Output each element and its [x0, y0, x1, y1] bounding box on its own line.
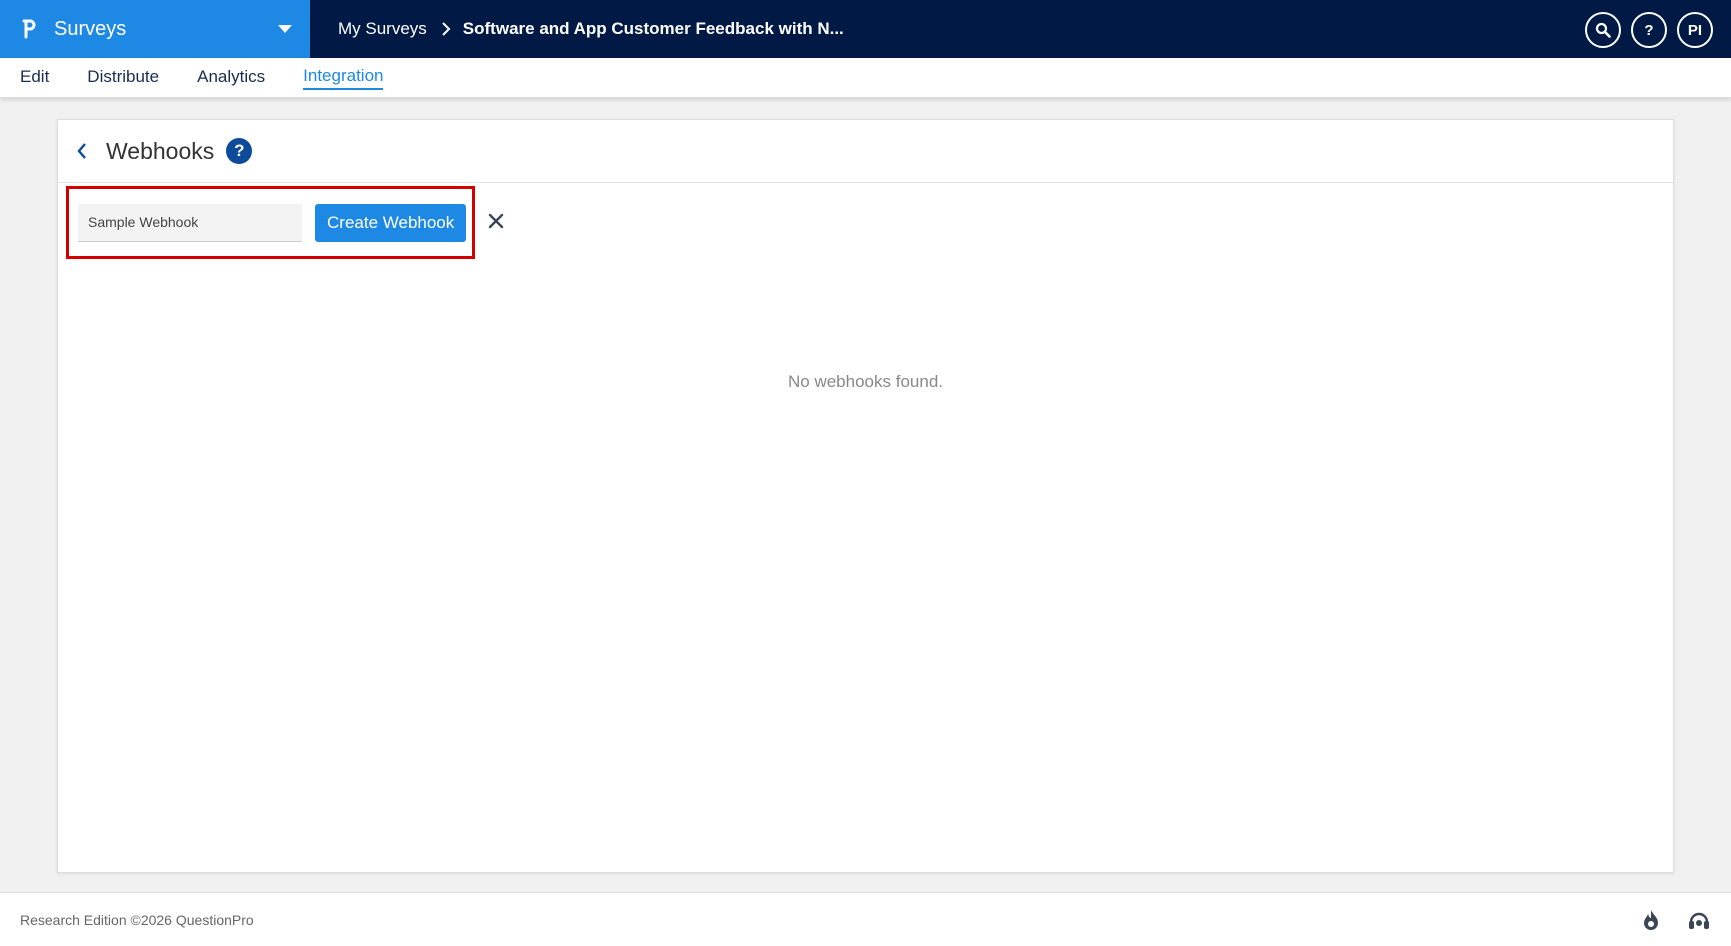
product-switcher[interactable]: Surveys [0, 0, 310, 58]
breadcrumb-current-survey[interactable]: Software and App Customer Feedback with … [463, 19, 844, 39]
create-webhook-button[interactable]: Create Webhook [315, 203, 467, 242]
product-name: Surveys [54, 17, 127, 40]
survey-subnav: Edit Distribute Analytics Integration [0, 58, 1731, 98]
webhooks-card: Webhooks ? Create Webhook No webhooks fo… [57, 119, 1674, 873]
search-icon [1595, 22, 1611, 38]
tab-edit[interactable]: Edit [20, 67, 49, 89]
create-webhook-form: Create Webhook [66, 186, 475, 259]
page-title: Webhooks [106, 137, 215, 164]
footer: Research Edition ©2026 QuestionPro [0, 892, 1731, 946]
chevron-left-icon [77, 143, 86, 159]
footer-copyright: Research Edition ©2026 QuestionPro [20, 911, 254, 928]
cancel-create-button[interactable] [488, 213, 504, 229]
support-headset-icon[interactable] [1687, 909, 1711, 931]
flame-icon[interactable] [1641, 909, 1661, 931]
tab-distribute[interactable]: Distribute [87, 67, 159, 89]
close-icon [488, 213, 504, 229]
card-header: Webhooks ? [58, 120, 1673, 183]
breadcrumb-my-surveys[interactable]: My Surveys [338, 19, 427, 39]
questionpro-logo-icon [22, 19, 40, 39]
back-button[interactable] [76, 142, 88, 160]
webhook-name-input[interactable] [78, 203, 302, 242]
tab-integration[interactable]: Integration [303, 66, 384, 90]
breadcrumb: My Surveys Software and App Customer Fee… [310, 19, 844, 39]
chevron-down-icon[interactable] [278, 25, 292, 33]
search-button[interactable] [1585, 12, 1621, 48]
top-bar: Surveys My Surveys Software and App Cust… [0, 0, 1731, 58]
top-actions: ? PI [1585, 12, 1713, 48]
tab-analytics[interactable]: Analytics [197, 67, 265, 89]
empty-state-message: No webhooks found. [788, 372, 943, 391]
help-button[interactable]: ? [1631, 12, 1667, 48]
help-icon[interactable]: ? [226, 138, 253, 164]
footer-icons [1641, 909, 1711, 931]
chevron-right-icon [441, 22, 451, 36]
user-avatar[interactable]: PI [1677, 12, 1713, 48]
